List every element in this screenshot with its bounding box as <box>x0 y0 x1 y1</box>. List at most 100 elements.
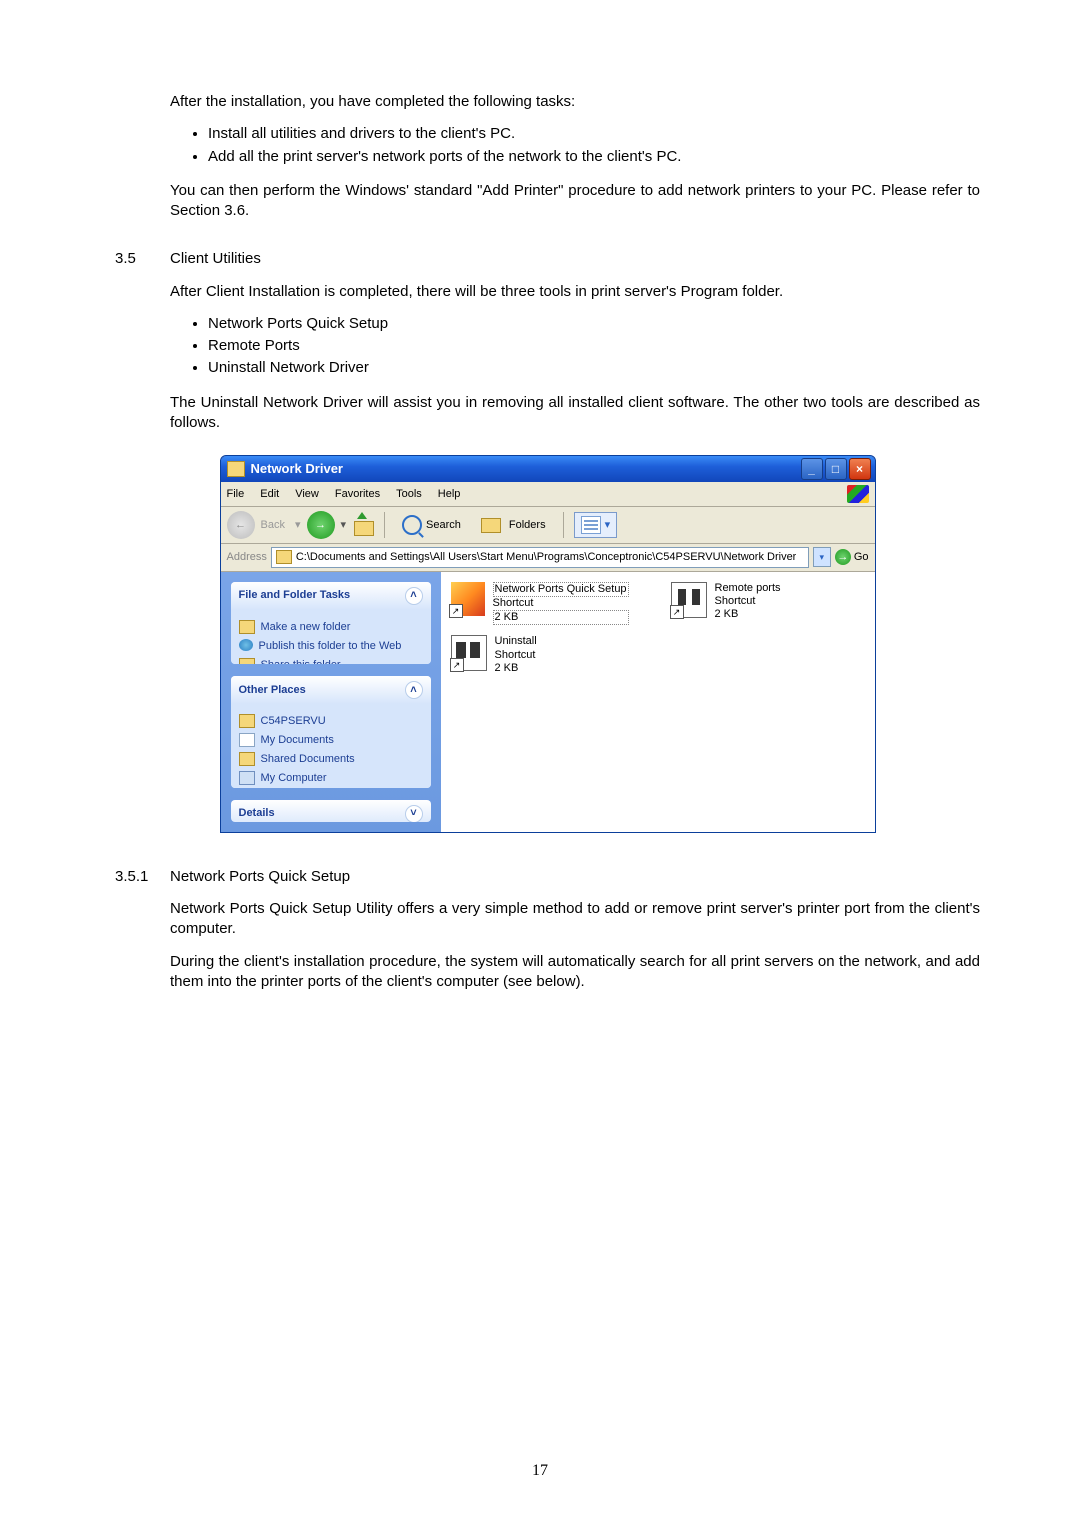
details-panel: Details ˅ <box>231 800 431 822</box>
file-type: Shortcut <box>715 595 781 608</box>
address-bar: Address C:\Documents and Settings\All Us… <box>221 544 875 572</box>
folders-label: Folders <box>509 518 546 533</box>
subsection-number: 3.5.1 <box>115 867 170 887</box>
windows-flag-icon <box>847 485 869 503</box>
maximize-button[interactable]: □ <box>825 458 847 480</box>
search-icon <box>402 515 422 535</box>
other-places-panel: Other Places ˄ C54PSERVU My Documents Sh… <box>231 676 431 788</box>
address-path: C:\Documents and Settings\All Users\Star… <box>296 550 796 565</box>
list-item: Uninstall Network Driver <box>208 358 980 378</box>
computer-icon <box>239 771 255 785</box>
panel-title: Details <box>239 806 275 821</box>
folder-icon <box>239 752 255 766</box>
task-make-new-folder[interactable]: Make a new folder <box>239 620 423 635</box>
file-size: 2 KB <box>493 610 629 625</box>
file-name: Remote ports <box>715 582 781 595</box>
file-size: 2 KB <box>715 608 781 621</box>
subsection-heading-3-5-1: 3.5.1 Network Ports Quick Setup <box>115 867 980 887</box>
views-button[interactable]: ▾ <box>574 512 618 538</box>
folder-icon <box>227 461 245 477</box>
close-button[interactable]: × <box>849 458 871 480</box>
address-label: Address <box>227 550 267 565</box>
file-size: 2 KB <box>495 662 537 675</box>
menu-tools[interactable]: Tools <box>396 487 422 502</box>
folders-button[interactable]: Folders <box>474 514 553 537</box>
shortcut-icon: ↗ <box>451 635 487 671</box>
section-heading-3-5: 3.5 Client Utilities <box>115 249 980 269</box>
task-publish-folder[interactable]: Publish this folder to the Web <box>239 639 423 654</box>
place-my-computer[interactable]: My Computer <box>239 771 423 786</box>
section-3-5-bullets: Network Ports Quick Setup Remote Ports U… <box>188 314 980 379</box>
new-folder-icon <box>239 620 255 634</box>
minimize-button[interactable]: _ <box>801 458 823 480</box>
task-share-folder[interactable]: Share this folder <box>239 658 423 664</box>
intro-bullet: Add all the print server's network ports… <box>208 147 980 167</box>
place-c54pservu[interactable]: C54PSERVU <box>239 714 423 729</box>
panel-title: Other Places <box>239 683 306 698</box>
folder-icon <box>239 714 255 728</box>
list-item: Network Ports Quick Setup <box>208 314 980 334</box>
panel-title: File and Folder Tasks <box>239 588 351 603</box>
shortcut-icon: ↗ <box>671 582 707 618</box>
intro-after: You can then perform the Windows' standa… <box>170 181 980 222</box>
panel-header[interactable]: File and Folder Tasks ˄ <box>231 582 431 610</box>
shortcut-icon: ↗ <box>451 582 485 616</box>
section-3-5-p2: The Uninstall Network Driver will assist… <box>170 393 980 434</box>
window-titlebar[interactable]: Network Driver _ □ × <box>221 456 875 482</box>
menu-file[interactable]: File <box>227 487 245 502</box>
toolbar: ← Back ▾ → ▾ Search Folders ▾ <box>221 507 875 544</box>
menu-edit[interactable]: Edit <box>260 487 279 502</box>
chevron-up-icon: ˄ <box>405 587 423 605</box>
go-icon: → <box>835 549 851 565</box>
file-name: Uninstall <box>495 635 537 648</box>
panel-header[interactable]: Other Places ˄ <box>231 676 431 704</box>
back-label: Back <box>261 518 285 533</box>
forward-button[interactable]: → <box>307 511 335 539</box>
intro-bullet: Install all utilities and drivers to the… <box>208 124 980 144</box>
intro-bullets: Install all utilities and drivers to the… <box>188 124 980 167</box>
go-button[interactable]: → Go <box>835 549 869 565</box>
share-folder-icon <box>239 658 255 664</box>
place-shared-documents[interactable]: Shared Documents <box>239 752 423 767</box>
subsection-title: Network Ports Quick Setup <box>170 867 350 887</box>
up-button[interactable] <box>352 514 374 536</box>
file-folder-tasks-panel: File and Folder Tasks ˄ Make a new folde… <box>231 582 431 664</box>
explorer-window: Network Driver _ □ × File Edit View Favo… <box>220 455 876 833</box>
list-item: Remote Ports <box>208 336 980 356</box>
intro-line: After the installation, you have complet… <box>170 92 980 112</box>
window-title: Network Driver <box>251 460 801 478</box>
file-type: Shortcut <box>493 597 629 610</box>
address-dropdown[interactable]: ▾ <box>813 547 831 567</box>
menu-view[interactable]: View <box>295 487 319 502</box>
chevron-up-icon: ˄ <box>405 681 423 699</box>
folder-icon <box>481 518 501 533</box>
file-item-remote-ports[interactable]: ↗ Remote ports Shortcut 2 KB <box>671 582 851 622</box>
file-type: Shortcut <box>495 649 537 662</box>
page-number: 17 <box>0 1462 1080 1480</box>
folder-icon <box>276 550 292 564</box>
search-label: Search <box>426 518 461 533</box>
file-name: Network Ports Quick Setup <box>493 582 629 597</box>
file-item-uninstall[interactable]: ↗ Uninstall Shortcut 2 KB <box>451 635 631 675</box>
file-item-npqs[interactable]: ↗ Network Ports Quick Setup Shortcut 2 K… <box>451 582 631 626</box>
section-title: Client Utilities <box>170 249 261 269</box>
views-icon <box>581 516 601 534</box>
documents-icon <box>239 733 255 747</box>
chevron-down-icon: ˅ <box>405 805 423 822</box>
panel-header[interactable]: Details ˅ <box>231 800 431 822</box>
place-my-documents[interactable]: My Documents <box>239 733 423 748</box>
menu-help[interactable]: Help <box>438 487 461 502</box>
go-label: Go <box>854 550 869 565</box>
section-number: 3.5 <box>115 249 170 269</box>
file-list-area: ↗ Network Ports Quick Setup Shortcut 2 K… <box>441 572 875 832</box>
section-3-5-1-p1: Network Ports Quick Setup Utility offers… <box>170 899 980 940</box>
back-button[interactable]: ← <box>227 511 255 539</box>
search-button[interactable]: Search <box>395 511 468 539</box>
tasks-pane: File and Folder Tasks ˄ Make a new folde… <box>221 572 441 832</box>
menu-bar: File Edit View Favorites Tools Help <box>221 482 875 507</box>
section-3-5-p1: After Client Installation is completed, … <box>170 282 980 302</box>
menu-favorites[interactable]: Favorites <box>335 487 380 502</box>
shortcut-arrow-icon: ↗ <box>449 604 463 618</box>
shortcut-arrow-icon: ↗ <box>670 605 684 619</box>
address-field[interactable]: C:\Documents and Settings\All Users\Star… <box>271 547 809 568</box>
